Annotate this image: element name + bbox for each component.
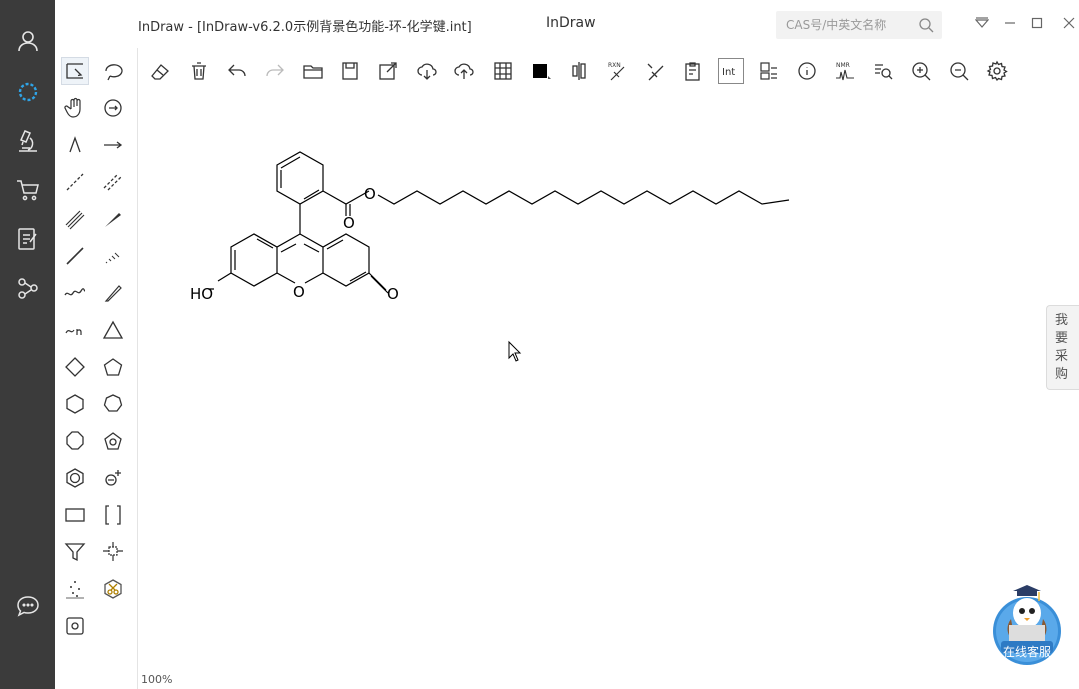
arrow-tool[interactable] — [99, 131, 127, 159]
eraser-icon[interactable] — [147, 58, 173, 84]
color-picker-icon[interactable] — [528, 58, 554, 84]
clean-structure-icon[interactable] — [642, 58, 668, 84]
molecule-bonds — [208, 151, 790, 294]
hexagon-ring-tool[interactable] — [61, 390, 89, 418]
molecule-drawing[interactable]: HO O O O O — [138, 92, 1079, 689]
dashed-bond-tool[interactable] — [61, 168, 89, 196]
bold-wedge-tool[interactable] — [99, 279, 127, 307]
cloud-download-icon[interactable] — [414, 58, 440, 84]
minimize-icon[interactable] — [1001, 14, 1019, 32]
redo-icon[interactable] — [262, 58, 288, 84]
triangle-ring-tool[interactable] — [99, 316, 127, 344]
maximize-icon[interactable] — [1028, 14, 1046, 32]
search-icon[interactable] — [918, 17, 934, 33]
document-title: InDraw - [InDraw-v6.2.0示例背景色功能-环-化学键.int… — [138, 20, 472, 35]
drawing-canvas[interactable]: HO O O O O — [138, 92, 1079, 689]
zoom-level: 100% — [141, 673, 173, 686]
clipboard-icon[interactable] — [680, 58, 706, 84]
square-ring-tool[interactable] — [61, 353, 89, 381]
settings-gear-icon[interactable] — [984, 58, 1010, 84]
search-structure-icon[interactable] — [870, 58, 896, 84]
microscope-icon[interactable] — [11, 124, 45, 158]
purchase-tab[interactable]: 我要采购 — [1046, 305, 1079, 390]
group-tool[interactable] — [99, 538, 127, 566]
charge-tool[interactable] — [99, 464, 127, 492]
nmr-text: NMR — [836, 62, 850, 69]
chat-icon[interactable] — [11, 589, 45, 623]
wavy-bond-tool[interactable] — [61, 279, 89, 307]
rotate-tool-icon[interactable] — [99, 94, 127, 122]
template-tool[interactable] — [61, 612, 89, 640]
user-icon[interactable] — [11, 24, 45, 58]
benzene-ring-tool[interactable] — [61, 464, 89, 492]
cart-icon[interactable] — [11, 173, 45, 207]
title-bar: InDraw - [InDraw-v6.2.0示例背景色功能-环-化学键.int… — [55, 0, 1079, 48]
label-carbonyl-oxygen: O — [343, 214, 355, 232]
cyclopentadienyl-tool[interactable] — [99, 427, 127, 455]
cloud-upload-icon[interactable] — [451, 58, 477, 84]
atom-map-tool[interactable] — [61, 575, 89, 603]
save-icon[interactable] — [337, 58, 363, 84]
export-icon[interactable] — [375, 58, 401, 84]
select-tool[interactable] — [61, 57, 89, 85]
indraw-app: InDraw - [InDraw-v6.2.0示例背景色功能-环-化学键.int… — [0, 0, 1079, 689]
search-input[interactable] — [786, 16, 911, 34]
octagon-ring-tool[interactable] — [61, 427, 89, 455]
main-toolbar: RXN Int NMR — [138, 48, 1079, 92]
hashed-bond-tool[interactable] — [61, 205, 89, 233]
heptagon-ring-tool[interactable] — [99, 390, 127, 418]
hand-icon[interactable] — [61, 94, 89, 122]
structure-table-icon[interactable] — [756, 58, 782, 84]
nmr-icon[interactable]: NMR — [832, 58, 858, 84]
purchase-tab-label: 我要采购 — [1055, 313, 1069, 382]
network-icon[interactable] — [11, 271, 45, 305]
funnel-tool[interactable] — [61, 538, 89, 566]
mouse-cursor-icon — [508, 340, 522, 362]
rectangle-tool[interactable] — [61, 501, 89, 529]
dropdown-icon[interactable] — [973, 14, 991, 32]
grid-icon[interactable] — [490, 58, 516, 84]
online-service-button[interactable]: 在线客服 — [991, 583, 1063, 667]
chain-tool[interactable] — [61, 131, 89, 159]
molecule-labels: HO O O O O — [190, 185, 399, 303]
hashed-wedge-tool[interactable] — [99, 242, 127, 270]
zoom-out-icon[interactable] — [946, 58, 972, 84]
double-bond-tool[interactable] — [99, 168, 127, 196]
pentagon-ring-tool[interactable] — [99, 353, 127, 381]
info-icon[interactable] — [794, 58, 820, 84]
structure-icon[interactable] — [11, 75, 45, 109]
app-name: InDraw — [546, 15, 596, 31]
cas-search[interactable] — [776, 11, 942, 39]
align-icon[interactable] — [566, 58, 592, 84]
rxn-text: RXN — [608, 62, 621, 69]
text-path-tool[interactable] — [61, 316, 89, 344]
tool-palette — [55, 48, 138, 689]
int-text: Int — [722, 67, 735, 78]
close-icon[interactable] — [1060, 14, 1078, 32]
lasso-tool[interactable] — [99, 57, 127, 85]
rxn-icon[interactable]: RXN — [604, 58, 630, 84]
left-nav — [0, 0, 55, 689]
zoom-in-icon[interactable] — [908, 58, 934, 84]
label-keto-oxygen: O — [387, 285, 399, 303]
undo-icon[interactable] — [224, 58, 250, 84]
bracket-tool[interactable] — [99, 501, 127, 529]
notes-icon[interactable] — [11, 222, 45, 256]
label-ho: HO — [190, 285, 213, 303]
wedge-bond-tool[interactable] — [99, 205, 127, 233]
trash-icon[interactable] — [186, 58, 212, 84]
label-ring-oxygen: O — [293, 283, 305, 301]
open-folder-icon[interactable] — [300, 58, 326, 84]
int-format-icon[interactable]: Int — [718, 58, 744, 84]
online-service-label: 在线客服 — [1002, 645, 1051, 659]
label-ester-oxygen: O — [364, 185, 376, 203]
scissors-tool[interactable] — [99, 575, 127, 603]
single-bond-tool[interactable] — [61, 242, 89, 270]
